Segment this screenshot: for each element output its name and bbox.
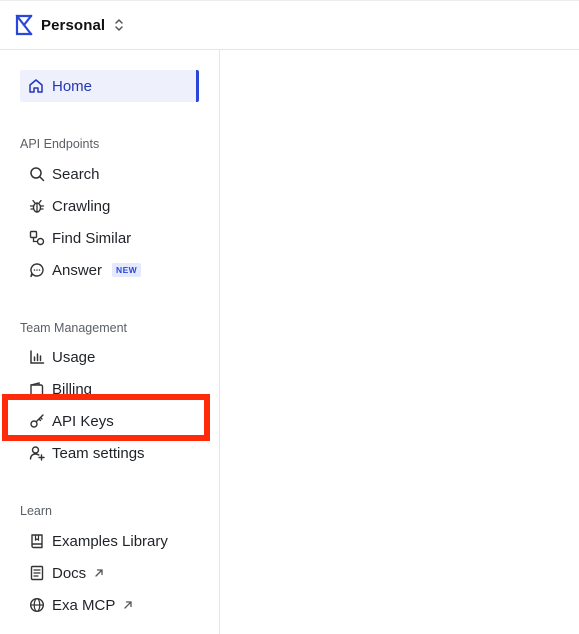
workspace-name[interactable]: Personal xyxy=(41,17,105,34)
wallet-icon xyxy=(28,381,45,398)
sidebar-item-home[interactable]: Home xyxy=(20,70,199,102)
sidebar-item-label: API Keys xyxy=(52,412,114,430)
external-link-icon xyxy=(123,600,133,610)
sidebar-item-usage[interactable]: Usage xyxy=(28,346,95,368)
sidebar-item-label: Find Similar xyxy=(52,229,132,247)
sidebar-item-label: Docs xyxy=(52,564,87,582)
sidebar-item-label: Billing xyxy=(52,380,93,398)
new-badge: NEW xyxy=(112,263,142,277)
document-icon xyxy=(28,565,45,582)
bar-chart-icon xyxy=(28,349,45,366)
search-icon xyxy=(28,166,45,183)
sidebar-item-team-settings[interactable]: Team settings xyxy=(28,442,145,464)
globe-icon xyxy=(28,597,45,614)
sidebar-item-label: Search xyxy=(52,165,100,183)
section-title-api-endpoints: API Endpoints xyxy=(20,137,100,151)
sidebar-item-api-keys[interactable]: API Keys xyxy=(28,410,114,432)
sidebar-item-crawling[interactable]: Crawling xyxy=(28,195,110,217)
chevron-up-down-icon[interactable] xyxy=(113,17,125,33)
sidebar-item-find-similar[interactable]: Find Similar xyxy=(28,227,131,249)
exa-logo-icon xyxy=(15,14,33,36)
sidebar-item-label: Usage xyxy=(52,348,96,366)
similar-icon xyxy=(28,230,45,247)
top-bar: Personal xyxy=(0,0,579,50)
section-title-learn: Learn xyxy=(20,504,52,518)
user-plus-icon xyxy=(28,445,45,462)
sidebar-item-answer[interactable]: Answer NEW xyxy=(28,259,142,281)
home-icon xyxy=(28,78,44,94)
external-link-icon xyxy=(94,568,104,578)
sidebar-item-exa-mcp[interactable]: Exa MCP xyxy=(28,594,133,616)
section-title-team-management: Team Management xyxy=(20,321,128,335)
sidebar-item-examples-library[interactable]: Examples Library xyxy=(28,530,168,552)
sidebar-item-label: Examples Library xyxy=(52,532,168,550)
sidebar-item-label: Answer xyxy=(52,261,103,279)
sidebar-item-label: Team settings xyxy=(52,444,145,462)
chat-bubble-icon xyxy=(28,262,45,279)
sidebar-item-label: Exa MCP xyxy=(52,596,116,614)
key-icon xyxy=(28,413,45,430)
book-icon xyxy=(28,533,45,550)
sidebar-item-label: Crawling xyxy=(52,197,111,215)
sidebar-item-docs[interactable]: Docs xyxy=(28,562,104,584)
bug-icon xyxy=(28,198,45,215)
sidebar-item-search[interactable]: Search xyxy=(28,163,100,185)
sidebar: Home API Endpoints Search Crawling Find … xyxy=(0,50,220,634)
sidebar-item-label: Home xyxy=(52,77,93,95)
sidebar-item-billing[interactable]: Billing xyxy=(28,378,92,400)
